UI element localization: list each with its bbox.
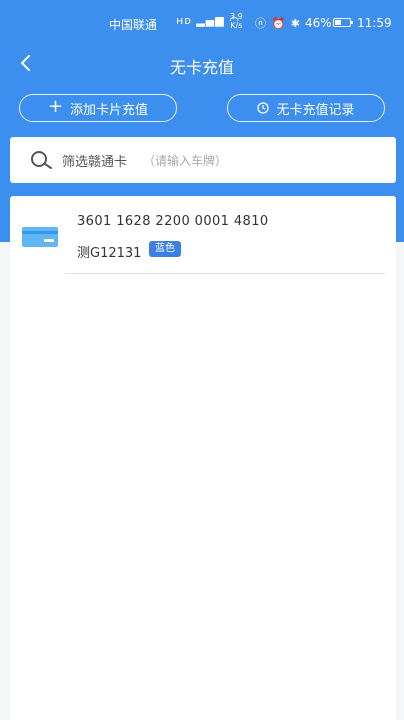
recharge-record-label: 无卡充值记录 <box>276 102 355 118</box>
battery-percent: 46% <box>305 16 332 30</box>
list-item[interactable]: 3601 1628 2200 0001 4810 测G12131 蓝色 <box>10 196 396 274</box>
clock-time: 11:59 <box>357 16 392 30</box>
battery-icon <box>333 18 353 27</box>
clock-icon <box>257 102 270 114</box>
plus-icon: + <box>47 96 64 117</box>
status-bar: 中国联通 ʜᴅ ▂▄▆ ◠ 3.9 K/s ⓝ ⏰ ✱ 46% 11:59 <box>0 0 404 44</box>
filter-search-bar[interactable]: 筛选赣通卡 （请输入车牌） <box>10 137 396 183</box>
divider <box>65 273 385 274</box>
page-title: 无卡充值 <box>169 58 234 77</box>
add-card-recharge-button[interactable]: + 添加卡片充值 <box>19 94 177 122</box>
carrier-name: 中国联通 <box>109 18 158 32</box>
plate-color-badge: 蓝色 <box>149 241 181 257</box>
recharge-record-button[interactable]: 无卡充值记录 <box>227 94 385 122</box>
network-speed: 3.9 K/s <box>230 12 243 30</box>
navigation-bar: 无卡充值 <box>0 44 404 84</box>
card-number: 3601 1628 2200 0001 4810 <box>77 214 269 229</box>
card-icon <box>22 227 58 247</box>
search-label: 筛选赣通卡 <box>62 154 128 170</box>
search-hint: （请输入车牌） <box>143 153 228 168</box>
add-card-recharge-label: 添加卡片充值 <box>70 102 149 118</box>
card-list: 3601 1628 2200 0001 4810 测G12131 蓝色 <box>10 196 396 720</box>
status-icons: ⓝ ⏰ ✱ <box>255 17 301 30</box>
search-icon <box>31 151 52 169</box>
plate-number: 测G12131 <box>77 246 142 261</box>
